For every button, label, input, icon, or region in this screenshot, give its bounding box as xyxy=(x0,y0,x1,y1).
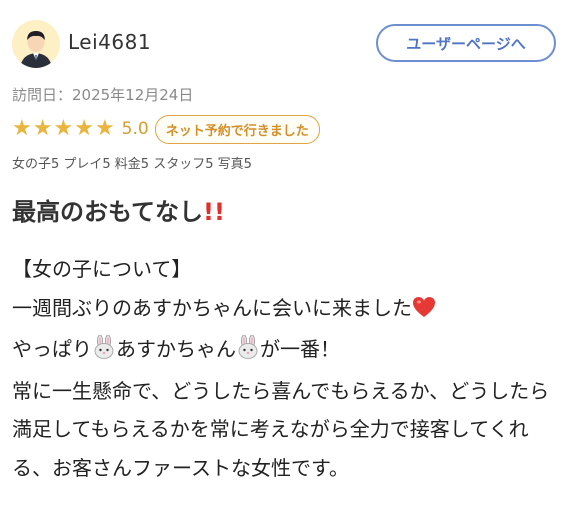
review-line: 【女の子について】 xyxy=(12,257,192,281)
review-body: 【女の子について】 一週間ぶりのあすかちゃんに会いに来ました やっぱり あすかちゃんが… xyxy=(12,250,568,487)
rating-row: ★ ★ ★ ★ ★ 5.0 ネット予約で行きました xyxy=(12,114,320,144)
review-line: 一週間ぶりのあすかちゃんに会いに来ました xyxy=(12,289,568,331)
review-line: 常に一生懸命で、どうしたら喜んでもらえるか、どうしたら満足してもらえるかを常に考… xyxy=(12,378,550,480)
sub-scores: 女の子5 プレイ5 料金5 スタッフ5 写真5 xyxy=(12,157,252,172)
user-avatar-icon[interactable] xyxy=(12,20,60,68)
review-header: Lei4681 ユーザーページへ xyxy=(12,20,564,72)
double-exclamation-icon: !! xyxy=(203,198,225,226)
review-title: 最高のおもてなし!! xyxy=(12,192,225,227)
star-icon: ★ xyxy=(53,116,74,141)
rabbit-icon xyxy=(236,333,260,372)
review-line: やっぱり あすかちゃん が一番！ xyxy=(12,330,568,372)
star-icon: ★ xyxy=(12,116,32,141)
user-page-button[interactable]: ユーザーページへ xyxy=(376,24,556,62)
rabbit-icon xyxy=(92,333,116,372)
visit-date: 訪問日：2025年12月24日 xyxy=(12,86,194,104)
star-icon: ★ xyxy=(32,116,53,141)
review-line-text: やっぱり xyxy=(12,337,92,361)
star-icon: ★ xyxy=(94,116,115,141)
review-title-text: 最高のおもてなし xyxy=(12,198,204,226)
star-rating: ★ ★ ★ ★ ★ xyxy=(12,118,116,140)
review-line-text: が一番！ xyxy=(260,337,340,361)
heart-icon xyxy=(412,292,436,331)
review-line-text: あすかちゃん xyxy=(116,337,236,361)
booking-badge: ネット予約で行きました xyxy=(154,114,320,144)
star-icon: ★ xyxy=(74,116,94,141)
rating-score: 5.0 xyxy=(121,119,149,139)
username[interactable]: Lei4681 xyxy=(68,30,151,54)
review-line-text: 一週間ぶりのあすかちゃんに会いに来ました xyxy=(12,295,412,320)
